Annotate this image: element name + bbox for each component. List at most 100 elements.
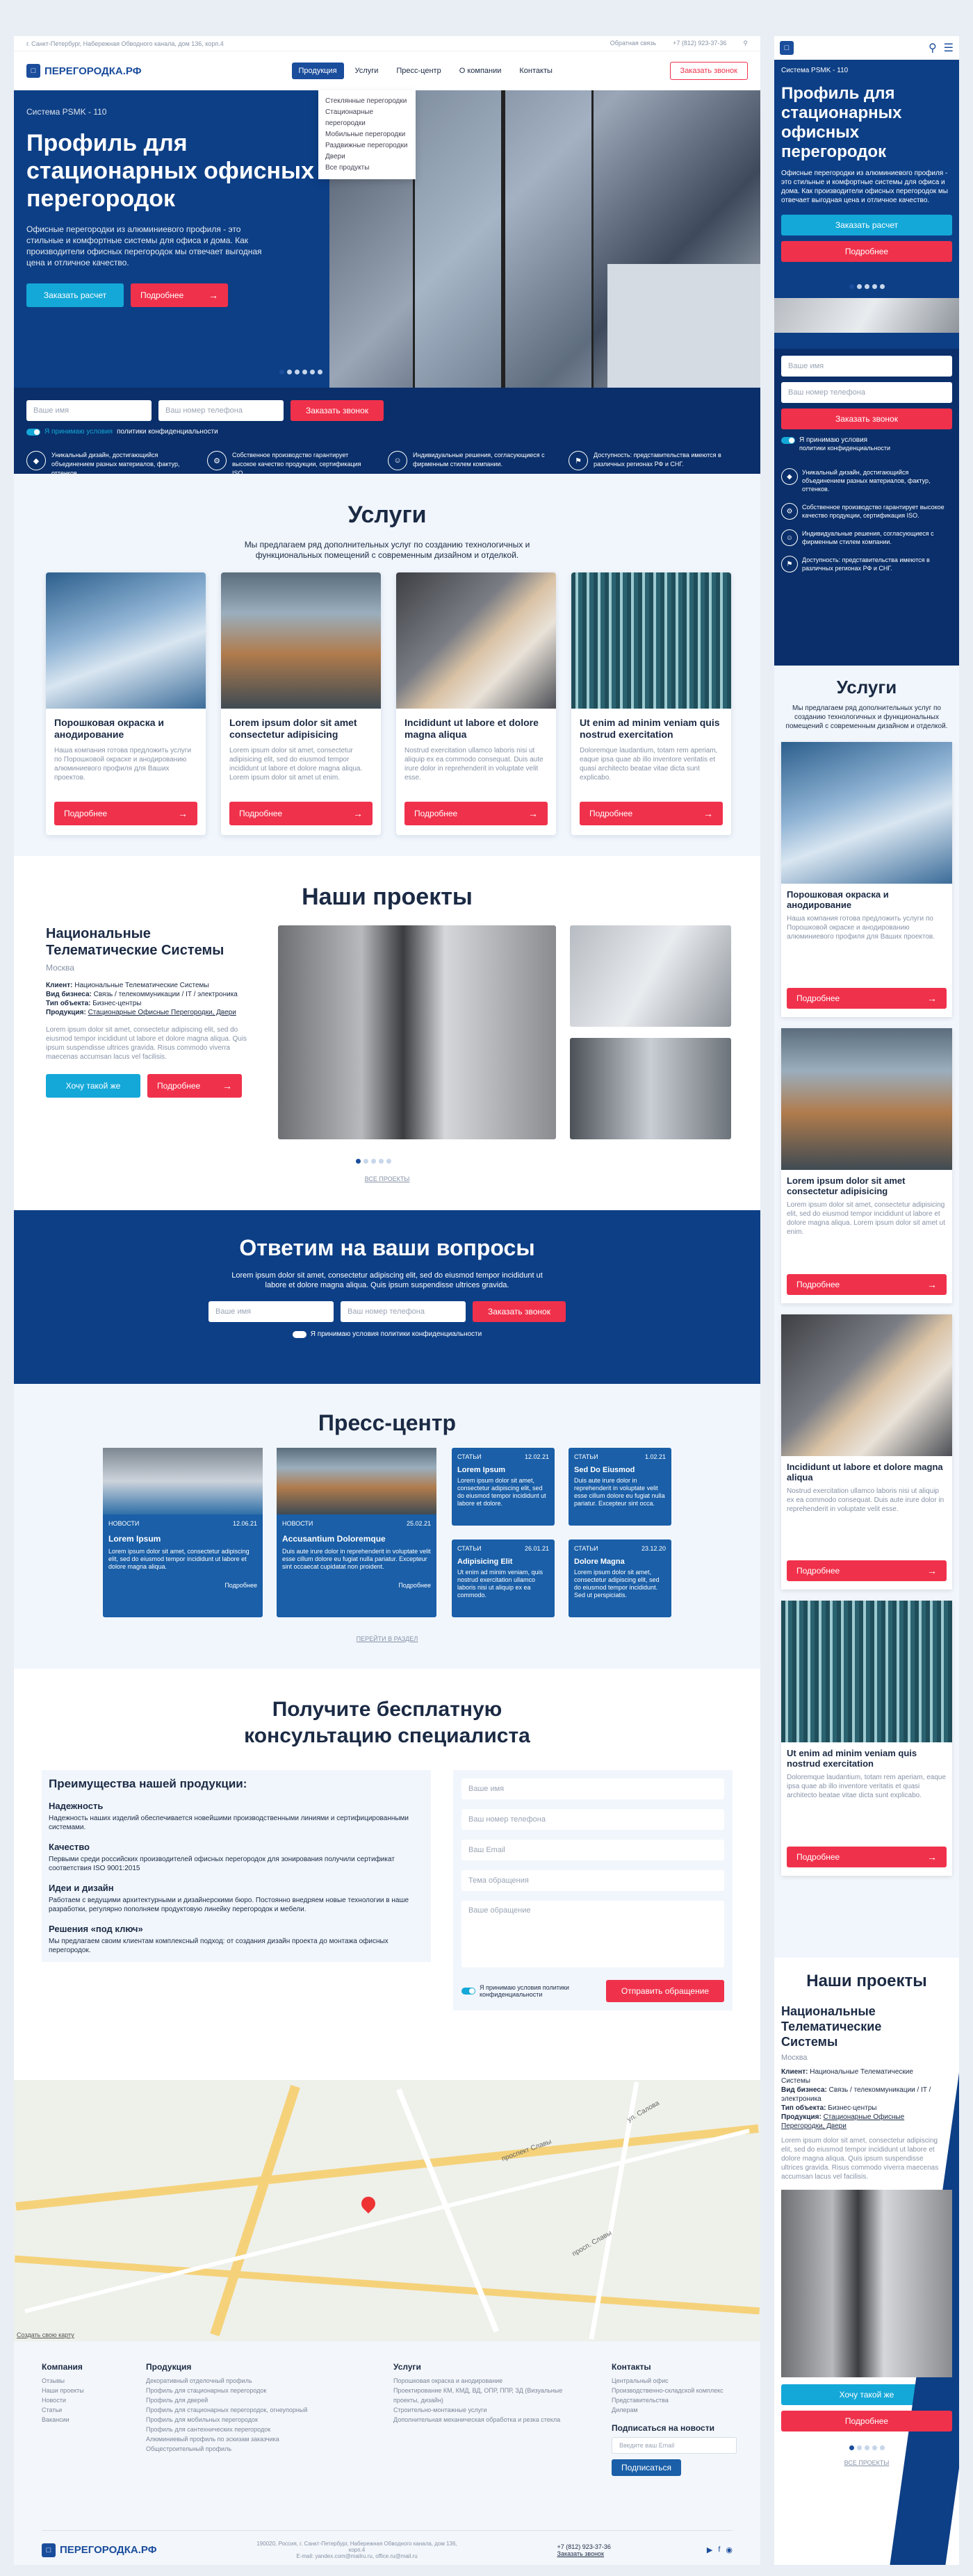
- map-pin-icon[interactable]: [358, 2193, 379, 2214]
- service-more-button[interactable]: Подробнее →: [787, 1274, 947, 1295]
- hero-more-button[interactable]: Подробнее: [781, 241, 952, 262]
- consult-phone-input[interactable]: Ваш номер телефона: [461, 1809, 724, 1830]
- want-same-button[interactable]: Хочу такой же: [46, 1074, 140, 1098]
- hero-dots[interactable]: [278, 365, 324, 378]
- footer-link[interactable]: Проектирование КМ, КМД, ВД, ОПР, ППР, ЗД…: [393, 2386, 567, 2405]
- press-card-large[interactable]: НОВОСТИ 25.02.21 Accusantium Doloremque D…: [277, 1448, 436, 1617]
- question-submit-button[interactable]: Заказать звонок: [473, 1301, 566, 1322]
- footer-link[interactable]: Отзывы: [42, 2376, 84, 2386]
- press-card-small[interactable]: СТАТЬИ 1.02.21 Sed Do Eiusmod Duis aute i…: [569, 1448, 671, 1526]
- logo-icon[interactable]: □: [780, 41, 794, 55]
- dropdown-item[interactable]: Раздвижные перегородки: [325, 140, 409, 151]
- nav-about[interactable]: О компании: [452, 63, 509, 79]
- map-credit-link[interactable]: Создать свою карту: [17, 2331, 74, 2338]
- nav-press[interactable]: Пресс-центр: [389, 63, 448, 79]
- question-name-input[interactable]: Ваше имя: [208, 1301, 334, 1322]
- project-thumb[interactable]: [570, 1038, 731, 1139]
- footer-link[interactable]: Дилерам: [612, 2405, 737, 2415]
- dropdown-item[interactable]: Двери: [325, 151, 409, 163]
- name-input[interactable]: Ваше имя: [26, 400, 152, 421]
- slider-dot[interactable]: [386, 1159, 391, 1164]
- footer-logo[interactable]: □ ПЕРЕГОРОДКА.РФ: [42, 2543, 157, 2557]
- slider-dot[interactable]: [302, 370, 307, 374]
- slider-dot[interactable]: [279, 370, 284, 374]
- consent-toggle[interactable]: [26, 428, 40, 436]
- dropdown-item[interactable]: Стеклянные перегородки: [325, 96, 409, 107]
- dropdown-item[interactable]: Мобильные перегородки: [325, 129, 409, 140]
- service-more-button[interactable]: Подробнее →: [787, 1560, 947, 1581]
- footer-link[interactable]: Наши проекты: [42, 2386, 84, 2395]
- project-main-image[interactable]: [278, 925, 556, 1139]
- facebook-icon[interactable]: f: [718, 2545, 720, 2554]
- footer-link[interactable]: Профиль для сантехнических перегородок: [146, 2425, 354, 2434]
- slider-dot[interactable]: [879, 2445, 885, 2450]
- press-all-link[interactable]: ПЕРЕЙТИ В РАЗДЕЛ: [14, 1635, 760, 1642]
- nav-contacts[interactable]: Контакты: [512, 63, 559, 79]
- consent-toggle[interactable]: [781, 436, 795, 444]
- slider-dot[interactable]: [864, 2445, 869, 2450]
- footer-link[interactable]: Порошковая окраска и анодирование: [393, 2376, 567, 2386]
- slider-dot[interactable]: [856, 284, 862, 289]
- footer-link[interactable]: Дополнительная механическая обработка и …: [393, 2415, 567, 2425]
- footer-phone[interactable]: +7 (812) 923-37-36: [557, 2543, 611, 2550]
- slider-dot[interactable]: [872, 2445, 877, 2450]
- press-card-small[interactable]: СТАТЬИ 26.01.21 Adipisicing Elit Ut enim …: [452, 1539, 555, 1617]
- callback-submit-button[interactable]: Заказать звонок: [781, 408, 952, 429]
- footer-link[interactable]: Общестроительный профиль: [146, 2444, 354, 2454]
- question-consent[interactable]: Я принимаю условия политики конфиденциал…: [14, 1330, 760, 1338]
- project-thumb[interactable]: [570, 925, 731, 1027]
- question-phone-input[interactable]: Ваш номер телефона: [341, 1301, 466, 1322]
- youtube-icon[interactable]: ▶: [707, 2545, 712, 2554]
- footer-link[interactable]: Декоративный отделочный профиль: [146, 2376, 354, 2386]
- all-projects-link[interactable]: ВСЕ ПРОЕКТЫ: [14, 1175, 760, 1182]
- slider-dot[interactable]: [318, 370, 322, 374]
- footer-link[interactable]: Центральный офис: [612, 2376, 737, 2386]
- consult-submit-button[interactable]: Отправить обращение: [606, 1980, 724, 2002]
- slider-dot[interactable]: [879, 284, 885, 289]
- footer-link[interactable]: Профиль для стационарных перегородок: [146, 2386, 354, 2395]
- press-more-link[interactable]: Подробнее: [282, 1582, 431, 1589]
- consult-message-textarea[interactable]: Ваше обращение: [461, 1901, 724, 1967]
- nav-products[interactable]: Продукция: [291, 63, 344, 79]
- slider-dot[interactable]: [287, 370, 292, 374]
- slider-dot[interactable]: [310, 370, 315, 374]
- footer-link[interactable]: Профиль для дверей: [146, 2395, 354, 2405]
- slider-dot[interactable]: [356, 1159, 361, 1164]
- footer-link[interactable]: Вакансии: [42, 2415, 84, 2425]
- service-more-button[interactable]: Подробнее →: [580, 802, 723, 825]
- order-call-button[interactable]: Заказать звонок: [669, 62, 748, 80]
- footer-link[interactable]: Профиль для мобильных перегородок: [146, 2415, 354, 2425]
- project-more-button[interactable]: Подробнее →: [147, 1074, 242, 1098]
- callback-submit-button[interactable]: Заказать звонок: [291, 400, 384, 421]
- consent-toggle[interactable]: [292, 1330, 306, 1338]
- slider-dot[interactable]: [379, 1159, 384, 1164]
- order-calc-button[interactable]: Заказать расчет: [781, 215, 952, 236]
- service-more-button[interactable]: Подробнее →: [787, 1847, 947, 1867]
- logo[interactable]: □ ПЕРЕГОРОДКА.РФ: [26, 64, 142, 78]
- service-more-button[interactable]: Подробнее →: [229, 802, 373, 825]
- service-more-button[interactable]: Подробнее →: [404, 802, 548, 825]
- footer-link[interactable]: Статьи: [42, 2405, 84, 2415]
- press-card-small[interactable]: СТАТЬИ 23.12.20 Dolore Magna Lorem ipsum …: [569, 1539, 671, 1617]
- service-more-button[interactable]: Подробнее →: [787, 988, 947, 1009]
- phone-text[interactable]: +7 (812) 923-37-36: [673, 40, 726, 47]
- slider-dot[interactable]: [872, 284, 877, 289]
- consult-email-input[interactable]: Ваш Email: [461, 1840, 724, 1860]
- search-icon[interactable]: ⚲: [743, 40, 748, 47]
- footer-order-call-link[interactable]: Заказать звонок: [557, 2550, 611, 2557]
- slider-dot[interactable]: [864, 284, 869, 289]
- search-icon[interactable]: ⚲: [929, 41, 937, 55]
- slider-dot[interactable]: [363, 1159, 368, 1164]
- footer-link[interactable]: Новости: [42, 2395, 84, 2405]
- project-dots[interactable]: [354, 1155, 393, 1167]
- hero-more-button[interactable]: Подробнее →: [131, 283, 228, 307]
- consent-check[interactable]: Я принимаю условия: [781, 436, 952, 444]
- consult-consent[interactable]: Я принимаю условия политики конфиденциал…: [461, 1984, 587, 1998]
- all-projects-link[interactable]: ВСЕ ПРОЕКТЫ: [781, 2459, 952, 2466]
- nav-services[interactable]: Услуги: [348, 63, 386, 79]
- consult-topic-input[interactable]: Тема обращения: [461, 1870, 724, 1891]
- service-more-button[interactable]: Подробнее →: [54, 802, 197, 825]
- phone-input[interactable]: Ваш номер телефона: [158, 400, 284, 421]
- dropdown-item[interactable]: Стационарные перегородки: [325, 107, 409, 129]
- consent-check[interactable]: Я принимаю условия политики конфиденциаль…: [26, 428, 748, 436]
